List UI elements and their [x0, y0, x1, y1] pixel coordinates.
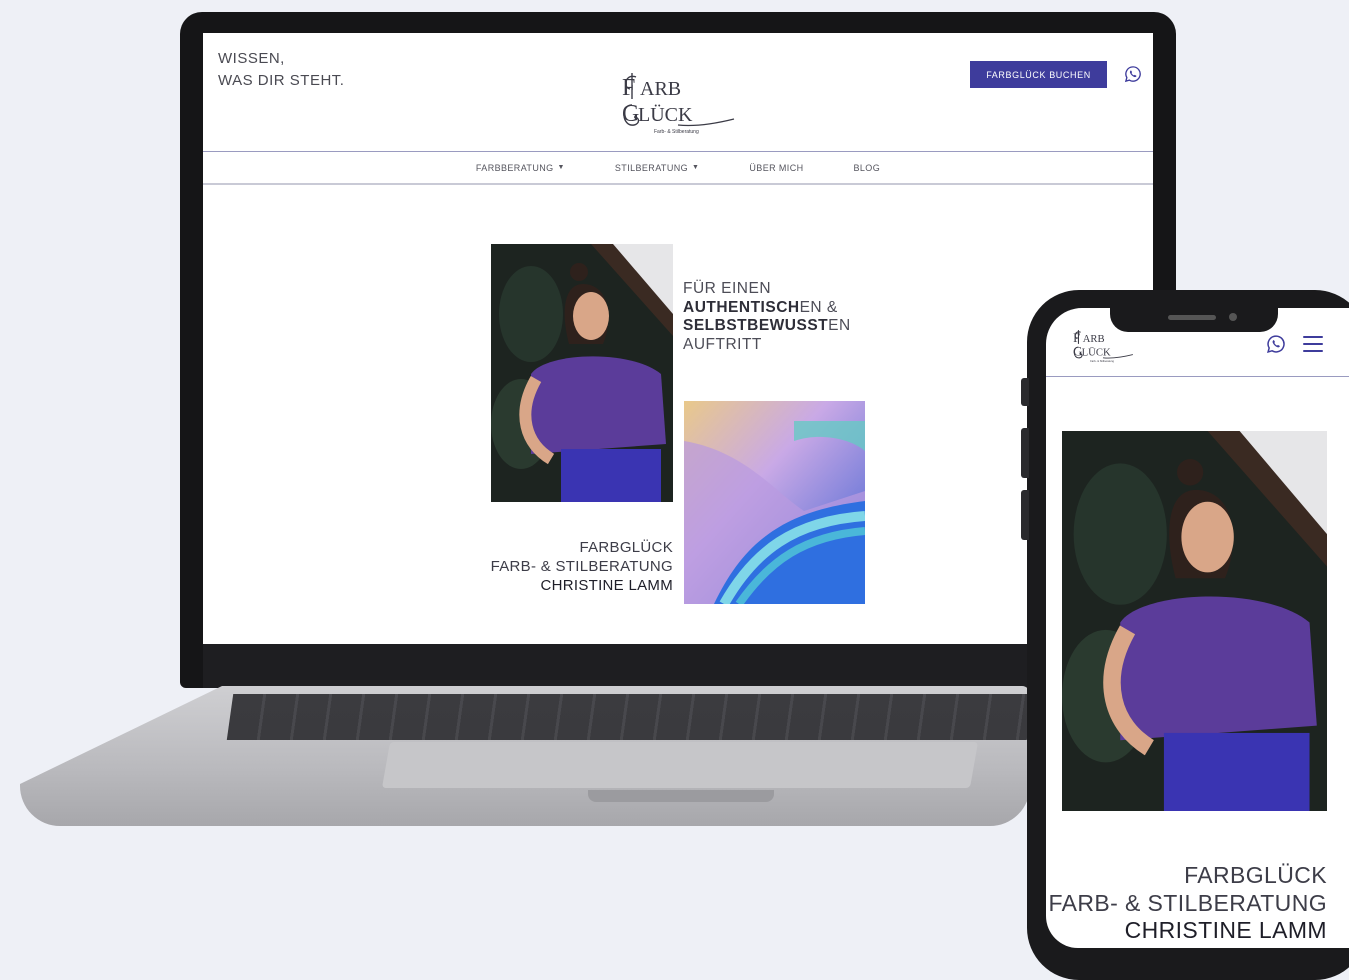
desktop-website: WISSEN, WAS DIR STEHT. F ARB G LÜCK Farb… [203, 33, 1153, 644]
whatsapp-icon[interactable] [1266, 334, 1286, 354]
logo-text-luck: LÜCK [1082, 347, 1111, 359]
slogan-line-3-bold: SELBSTBEWUSST [683, 317, 829, 334]
slogan-line-2-light: EN & [799, 298, 838, 316]
hamburger-menu-icon[interactable] [1303, 336, 1323, 352]
laptop-notch [588, 790, 774, 802]
phone-button [1021, 428, 1029, 478]
phone-speaker [1168, 315, 1216, 320]
nav-label: STILBERATUNG [614, 162, 689, 173]
main-navigation: FARBBERATUNG ▼ STILBERATUNG ▼ ÜBER MICH … [203, 151, 1153, 185]
mobile-brand-block: FARBGLÜCK FARB- & STILBERATUNG CHRISTINE… [1046, 862, 1327, 945]
fabric-swatches-photo [684, 401, 865, 604]
tagline-line-1: WISSEN, [218, 50, 285, 67]
nav-item-stilberatung[interactable]: STILBERATUNG ▼ [615, 163, 700, 173]
slogan-line-1: FÜR EINEN [683, 280, 772, 297]
header-divider [1046, 376, 1349, 377]
tagline-line-2: WAS DIR STEHT. [218, 72, 345, 89]
brand-name: FARBGLÜCK [579, 539, 673, 556]
logo-initial-g: G [1073, 345, 1082, 359]
laptop-keyboard [226, 694, 1034, 740]
portrait-photo [491, 244, 673, 502]
logo-subtitle: Farb- & Stilberatung [654, 129, 699, 135]
logo-initial-f: F [1073, 331, 1080, 345]
book-button[interactable]: FARBGLÜCK BUCHEN [970, 61, 1107, 88]
site-tagline: WISSEN, WAS DIR STEHT. [218, 48, 344, 92]
brand-owner: CHRISTINE LAMM [1124, 917, 1327, 943]
nav-label: BLOG [853, 162, 881, 173]
portrait-photo [1062, 431, 1327, 811]
brand-block: FARBGLÜCK FARB- & STILBERATUNG CHRISTINE… [473, 538, 673, 595]
nav-label: ÜBER MICH [749, 162, 804, 173]
logo-initial-f: F [622, 75, 635, 101]
chevron-down-icon: ▼ [557, 164, 565, 171]
site-logo[interactable]: F ARB G LÜCK Farb- & Stilberatung [618, 65, 738, 137]
slogan-line-2-bold: AUTHENTISCH [683, 298, 800, 316]
laptop-bezel [203, 644, 1153, 688]
nav-item-ueber-mich[interactable]: ÜBER MICH [749, 163, 803, 173]
logo-text-luck: LÜCK [638, 103, 693, 126]
whatsapp-icon[interactable] [1124, 65, 1142, 83]
slogan-line-4: AUFTRITT [683, 335, 762, 353]
brand-service: FARB- & STILBERATUNG [490, 558, 673, 575]
nav-item-farbberatung[interactable]: FARBBERATUNG ▼ [476, 163, 565, 173]
phone-camera [1229, 313, 1237, 321]
logo-subtitle: Farb- & Stilberatung [1090, 359, 1114, 363]
brand-name: FARBGLÜCK [1184, 862, 1327, 888]
slogan-line-3-light: EN [828, 317, 851, 334]
laptop-trackpad [381, 742, 979, 788]
nav-item-blog[interactable]: BLOG [854, 163, 881, 173]
farbglueck-logo-graphic: F ARB G LÜCK Farb- & Stilberatung [622, 73, 735, 135]
phone-button [1021, 490, 1029, 540]
hero-slogan: FÜR EINEN AUTHENTISCHEN & SELBSTBEWUSSTE… [683, 280, 851, 354]
logo-text-arb: ARB [1083, 334, 1105, 345]
logo-text-arb: ARB [640, 78, 681, 100]
brand-service: FARB- & STILBERATUNG [1048, 889, 1327, 916]
phone-button [1021, 378, 1029, 406]
nav-label: FARBBERATUNG [475, 162, 554, 173]
logo-initial-g: G [622, 101, 639, 127]
mobile-website: F ARB G LÜCK Farb- & Stilberatung FARBGL… [1046, 308, 1349, 948]
chevron-down-icon: ▼ [692, 164, 700, 171]
brand-owner: CHRISTINE LAMM [540, 577, 673, 594]
